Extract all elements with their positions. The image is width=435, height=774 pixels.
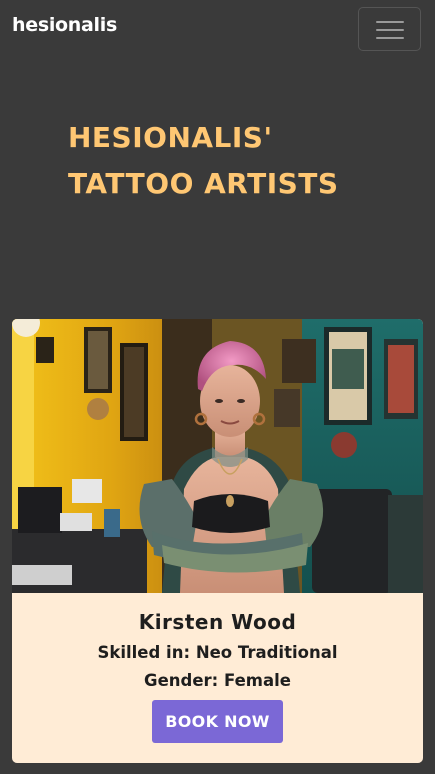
skill-value: Neo Traditional	[195, 643, 338, 662]
hamburger-menu-icon	[376, 21, 404, 23]
artist-card: Kirsten Wood Skilled in: Neo Traditional…	[12, 319, 423, 763]
hamburger-menu-icon-bar	[376, 37, 404, 39]
gender-label: Gender:	[144, 671, 219, 690]
gender-value: Female	[224, 671, 291, 690]
artist-card-body: Kirsten Wood Skilled in: Neo Traditional…	[12, 593, 423, 763]
artist-gender: Gender: Female	[12, 671, 423, 690]
artist-name: Kirsten Wood	[138, 610, 297, 634]
navbar-toggler-button[interactable]	[358, 7, 421, 51]
page-title: HESIONALIS' TATTOO ARTISTS	[68, 121, 339, 200]
artist-photo	[12, 319, 423, 593]
brand-logo[interactable]: hesionalis	[12, 14, 117, 36]
book-now-button[interactable]: BOOK NOW	[152, 700, 283, 743]
skill-label: Skilled in:	[97, 643, 191, 662]
artist-skill: Skilled in: Neo Traditional	[12, 643, 423, 662]
navbar: hesionalis	[0, 0, 435, 60]
hamburger-menu-icon-bar	[376, 29, 404, 31]
